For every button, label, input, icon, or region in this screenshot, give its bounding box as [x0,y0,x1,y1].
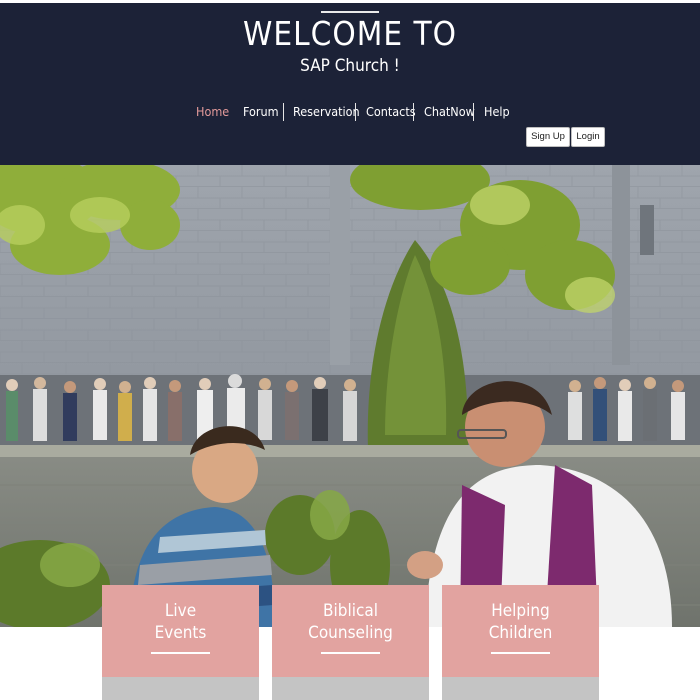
card-biblical-counseling[interactable]: Biblical Counseling [272,585,429,677]
nav-separator [355,103,356,121]
card-title: Live Events [154,601,207,643]
title-rule [321,11,379,13]
card-live-events[interactable]: Live Events [102,585,259,677]
header-top-border [0,0,700,3]
nav-help[interactable]: Help [484,101,510,123]
sign-up-button[interactable]: Sign Up [526,127,570,147]
card-rule [151,652,210,654]
hero-image [0,165,700,627]
card-title: Helping Children [488,601,553,643]
site-header: WELCOME TO SAP Church ! Home Forum Reser… [0,0,700,165]
main-nav: Home Forum Reservation Contacts ChatNow … [0,101,700,123]
login-button[interactable]: Login [571,127,605,147]
nav-reservation[interactable]: Reservation [293,101,360,123]
nav-separator [283,103,284,121]
nav-separator [473,103,474,121]
card-rule [321,652,380,654]
hero-photo-illustration [0,165,700,627]
nav-forum[interactable]: Forum [243,101,279,123]
card-footer [442,677,599,700]
card-footer [272,677,429,700]
card-rule [491,652,550,654]
nav-chatnow[interactable]: ChatNow [424,101,475,123]
card-helping-children[interactable]: Helping Children [442,585,599,677]
card-title: Biblical Counseling [308,601,393,643]
nav-contacts[interactable]: Contacts [366,101,416,123]
site-subtitle: SAP Church ! [300,56,400,76]
site-title: WELCOME TO [242,14,458,53]
nav-home[interactable]: Home [196,101,229,123]
nav-separator [413,103,414,121]
card-footer [102,677,259,700]
